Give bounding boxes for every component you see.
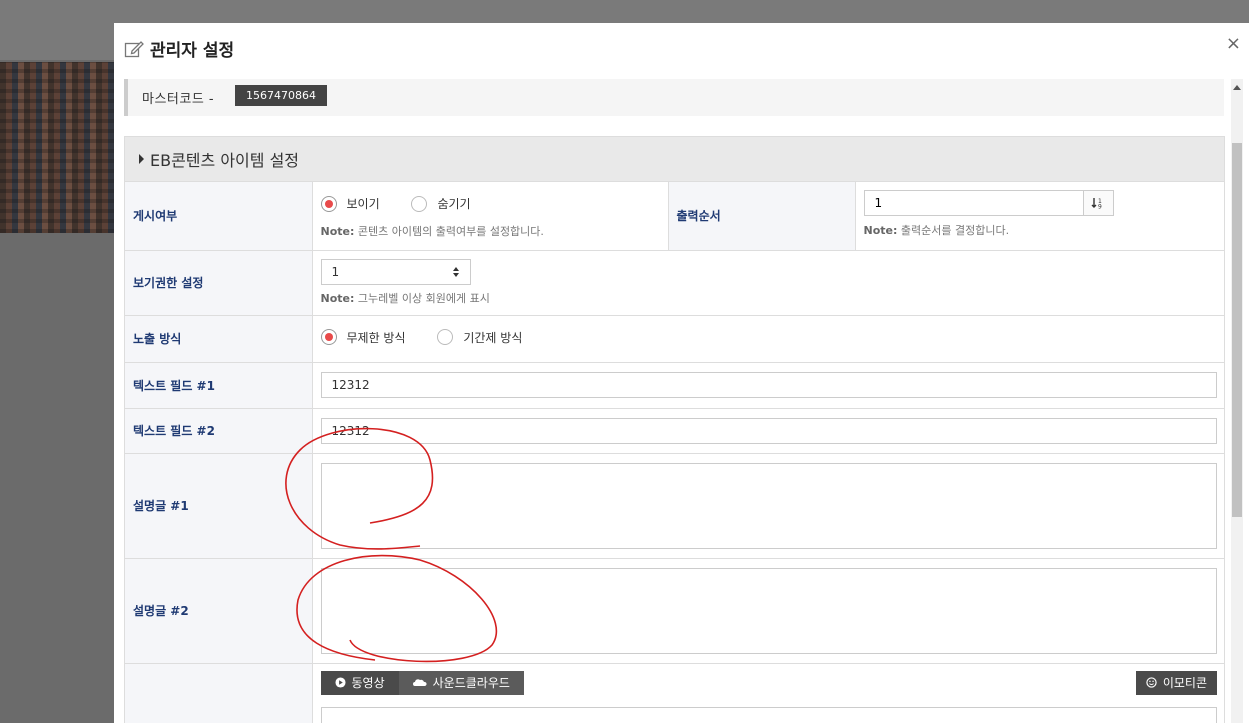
soundcloud-button[interactable]: 사운드클라우드 bbox=[398, 670, 524, 695]
exposure-unlimited-radio[interactable]: 무제한 방식 bbox=[320, 329, 406, 346]
radio-selected-icon bbox=[320, 329, 337, 346]
video-button[interactable]: 동영상 bbox=[320, 670, 399, 695]
form-row-display: 게시여부 보이기 숨기기 Note: 콘텐츠 아이템의 출력여부를 설정합니다.… bbox=[125, 182, 1225, 251]
display-label: 게시여부 bbox=[125, 182, 313, 251]
desc1-textarea[interactable] bbox=[320, 462, 1217, 549]
form-row-text1: 텍스트 필드 #1 12312 bbox=[125, 362, 1225, 409]
select-arrows-icon bbox=[452, 267, 459, 277]
exposure-unlimited-label: 무제한 방식 bbox=[346, 330, 406, 345]
master-code-label: 마스터코드 - bbox=[142, 92, 215, 107]
display-show-label: 보이기 bbox=[346, 197, 380, 211]
media-label bbox=[125, 663, 313, 723]
desc2-textarea[interactable] bbox=[320, 567, 1217, 654]
display-hide-label: 숨기기 bbox=[437, 197, 471, 211]
scroll-up-icon[interactable] bbox=[1233, 85, 1241, 90]
order-cell: 1 19 Note: 출력순서를 결정합니다. bbox=[855, 182, 1225, 251]
display-cell: 보이기 숨기기 Note: 콘텐츠 아이템의 출력여부를 설정합니다. bbox=[312, 182, 669, 251]
desc2-label: 설명글 #2 bbox=[125, 558, 313, 664]
text1-input[interactable]: 12312 bbox=[320, 372, 1217, 398]
settings-form: 게시여부 보이기 숨기기 Note: 콘텐츠 아이템의 출력여부를 설정합니다.… bbox=[125, 182, 1225, 723]
sort-order-icon[interactable]: 19 bbox=[1083, 189, 1114, 216]
modal-header: 관리자 설정 × bbox=[114, 23, 1249, 79]
text2-input[interactable]: 12312 bbox=[320, 417, 1217, 444]
modal-title: 관리자 설정 bbox=[124, 36, 234, 61]
master-code-value: 1567470864 bbox=[235, 85, 327, 106]
exposure-period-label: 기간제 방식 bbox=[463, 330, 523, 345]
editor-area[interactable] bbox=[320, 706, 1217, 723]
display-show-radio[interactable]: 보이기 bbox=[320, 195, 380, 212]
permission-select-value: 1 bbox=[331, 265, 340, 279]
emoticon-button[interactable]: 이모티콘 bbox=[1135, 670, 1217, 695]
order-note-text: 출력순서를 결정합니다. bbox=[900, 223, 1010, 237]
desc1-cell bbox=[312, 453, 1225, 559]
scrollbar-thumb[interactable] bbox=[1232, 143, 1242, 517]
modal-title-text: 관리자 설정 bbox=[150, 41, 235, 61]
panel-heading: EB콘텐츠 아이템 설정 bbox=[125, 137, 1224, 182]
cloud-icon bbox=[412, 679, 427, 686]
note-prefix: Note: bbox=[320, 224, 355, 238]
background-hero-image bbox=[0, 62, 114, 233]
play-icon bbox=[334, 677, 346, 688]
display-note: Note: 콘텐츠 아이템의 출력여부를 설정합니다. bbox=[321, 223, 660, 239]
modal-body[interactable]: 마스터코드 - 1567470864 EB콘텐츠 아이템 설정 게시여부 보이기… bbox=[114, 79, 1249, 723]
smile-icon bbox=[1146, 677, 1157, 688]
master-code-bar: 마스터코드 - 1567470864 bbox=[124, 79, 1224, 116]
exposure-period-radio[interactable]: 기간제 방식 bbox=[437, 329, 522, 346]
permission-select[interactable]: 1 bbox=[320, 259, 471, 285]
exposure-cell: 무제한 방식 기간제 방식 bbox=[312, 315, 1225, 363]
text2-cell: 12312 bbox=[312, 408, 1225, 454]
permission-cell: 1 Note: 그누레벨 이상 회원에게 표시 bbox=[312, 250, 1225, 316]
close-button[interactable]: × bbox=[1226, 33, 1241, 54]
text2-label: 텍스트 필드 #2 bbox=[125, 408, 313, 454]
caret-right-icon bbox=[139, 154, 144, 164]
desc1-label: 설명글 #1 bbox=[125, 453, 313, 559]
radio-unselected-icon bbox=[437, 329, 454, 346]
permission-label: 보기권한 설정 bbox=[125, 250, 313, 316]
form-row-desc1: 설명글 #1 bbox=[125, 453, 1225, 559]
text1-cell: 12312 bbox=[312, 362, 1225, 409]
permission-note-text: 그누레벨 이상 회원에게 표시 bbox=[357, 292, 490, 305]
exposure-label: 노출 방식 bbox=[125, 315, 313, 363]
radio-unselected-icon bbox=[411, 195, 428, 212]
order-input[interactable]: 1 bbox=[863, 189, 1084, 216]
text1-label: 텍스트 필드 #1 bbox=[125, 362, 313, 409]
note-prefix: Note: bbox=[320, 292, 355, 305]
video-button-label: 동영상 bbox=[351, 676, 385, 690]
eb-content-item-panel: EB콘텐츠 아이템 설정 게시여부 보이기 숨기기 Note: 콘텐츠 아이템의… bbox=[124, 136, 1225, 723]
display-hide-radio[interactable]: 숨기기 bbox=[411, 195, 471, 212]
media-cell: 동영상 사운드클라우드 이모티콘 bbox=[312, 663, 1225, 723]
emoticon-button-label: 이모티콘 bbox=[1162, 676, 1207, 690]
form-row-desc2: 설명글 #2 bbox=[125, 558, 1225, 664]
permission-note: Note: 그누레벨 이상 회원에게 표시 bbox=[321, 290, 1218, 306]
note-prefix: Note: bbox=[863, 223, 898, 237]
desc2-cell bbox=[312, 558, 1225, 664]
form-row-exposure: 노출 방식 무제한 방식 기간제 방식 bbox=[125, 315, 1225, 363]
display-note-text: 콘텐츠 아이템의 출력여부를 설정합니다. bbox=[357, 224, 544, 238]
admin-settings-modal: 관리자 설정 × 마스터코드 - 1567470864 EB콘텐츠 아이템 설정… bbox=[114, 23, 1249, 723]
radio-selected-icon bbox=[320, 195, 337, 212]
order-label: 출력순서 bbox=[668, 182, 856, 251]
panel-heading-text: EB콘텐츠 아이템 설정 bbox=[150, 151, 300, 170]
order-note: Note: 출력순서를 결정합니다. bbox=[864, 222, 1218, 238]
form-row-text2: 텍스트 필드 #2 12312 bbox=[125, 408, 1225, 454]
media-toolbar: 동영상 사운드클라우드 이모티콘 bbox=[320, 670, 1217, 695]
modal-scrollbar[interactable] bbox=[1231, 79, 1243, 723]
soundcloud-button-label: 사운드클라우드 bbox=[432, 676, 510, 690]
form-row-media: 동영상 사운드클라우드 이모티콘 bbox=[125, 663, 1225, 723]
svg-text:9: 9 bbox=[1098, 203, 1102, 209]
form-row-permission: 보기권한 설정 1 Note: 그누레벨 이상 회원에게 표시 bbox=[125, 250, 1225, 316]
edit-icon bbox=[124, 40, 144, 57]
